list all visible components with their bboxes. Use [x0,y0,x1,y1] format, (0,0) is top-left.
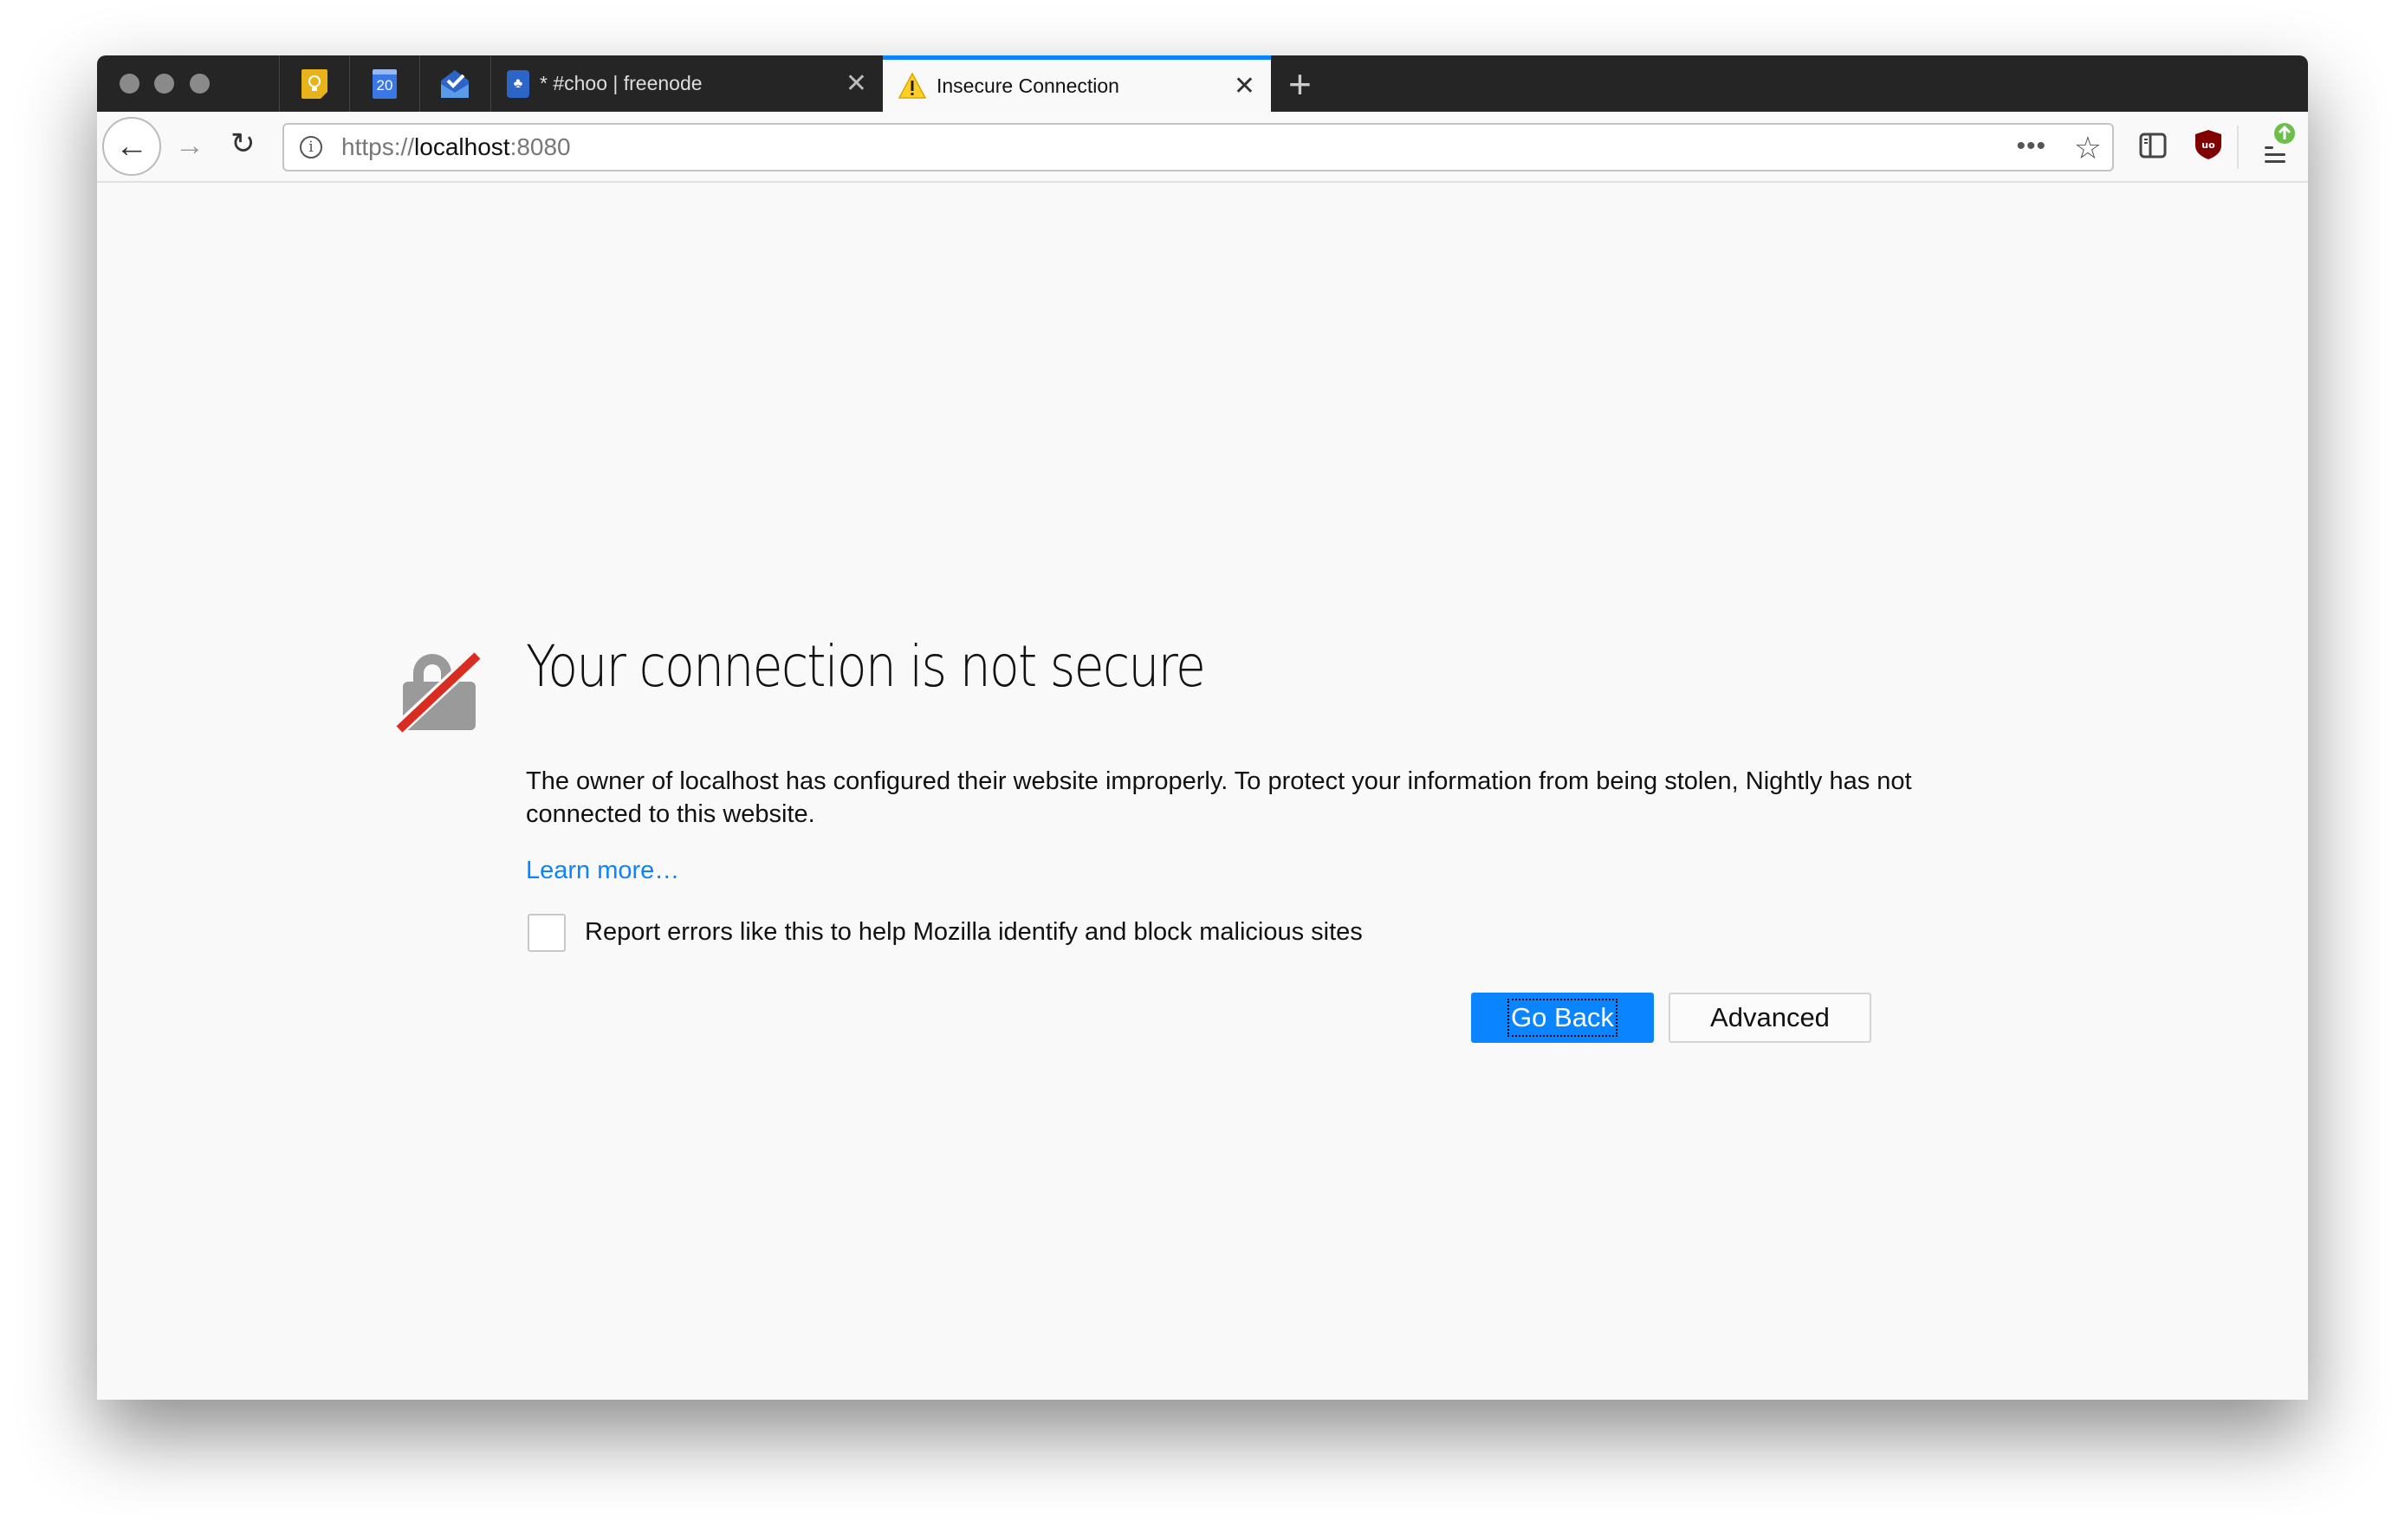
error-description: The owner of localhost has configured th… [526,767,1912,828]
broken-lock-icon [396,649,484,734]
reload-icon: ↻ [230,127,256,160]
close-tab-icon[interactable]: ✕ [1234,71,1255,101]
new-tab-button[interactable]: + [1288,61,1312,107]
pinned-tab-calendar[interactable]: 20 [349,55,419,112]
maximize-window-button[interactable] [190,74,210,94]
report-errors-checkbox[interactable] [528,914,566,952]
forward-button[interactable]: → [175,131,204,160]
back-button[interactable]: ← [102,117,161,176]
close-tab-icon[interactable]: ✕ [846,68,867,99]
warning-icon [898,73,926,99]
menu-button[interactable] [2263,123,2306,173]
page-title: Your connection is not secure [526,633,1206,700]
minimize-window-button[interactable] [154,74,174,94]
tab-title: Insecure Connection [937,74,1119,97]
update-available-icon [2274,123,2295,144]
page-actions-icon[interactable]: ••• [2016,132,2046,161]
tab-choo[interactable]: ♣ * #choo | freenode ✕ [490,55,883,112]
bookmark-star-icon[interactable]: ☆ [2074,130,2102,166]
tab-title: * #choo | freenode [540,72,703,94]
toolbar-divider [2237,126,2239,169]
tab-bar: 20 ♣ * #choo | freenode ✕ Insecure Conne… [97,55,2308,112]
tree-icon: ♣ [507,69,529,98]
learn-more-link[interactable]: Learn more… [526,857,679,885]
sidebar-icon[interactable] [2139,133,2167,159]
info-icon[interactable]: i [300,136,322,159]
report-errors-label[interactable]: Report errors like this to help Mozilla … [585,918,1363,947]
inbox-icon [441,69,469,98]
svg-text:uo: uo [2201,139,2215,151]
ublock-origin-icon[interactable]: uo [2195,130,2221,159]
nav-toolbar: ← → ↻ i https://localhost:8080 ••• ☆ uo [97,112,2308,183]
close-window-button[interactable] [120,74,139,94]
url-host: localhost [414,133,510,160]
pinned-tab-keep[interactable] [279,55,349,112]
arrow-left-icon: ← [115,127,148,165]
browser-window: 20 ♣ * #choo | freenode ✕ Insecure Conne… [97,55,2308,1400]
error-page: Your connection is not secure The owner … [97,183,2308,1400]
arrow-right-icon: → [175,129,204,162]
go-back-label: Go Back [1507,999,1617,1037]
tab-insecure-connection[interactable]: Insecure Connection ✕ [883,55,1271,112]
pinned-tab-inbox[interactable] [419,55,489,112]
go-back-button[interactable]: Go Back [1471,993,1654,1043]
google-keep-icon [301,68,327,99]
reload-button[interactable]: ↻ [230,129,256,159]
url-port: :8080 [509,133,571,160]
url-text[interactable]: https://localhost:8080 [341,133,571,161]
advanced-button[interactable]: Advanced [1669,993,1871,1043]
url-bar[interactable]: i https://localhost:8080 ••• ☆ [282,123,2114,171]
google-calendar-icon: 20 [373,68,397,99]
url-scheme: https:// [341,133,415,160]
